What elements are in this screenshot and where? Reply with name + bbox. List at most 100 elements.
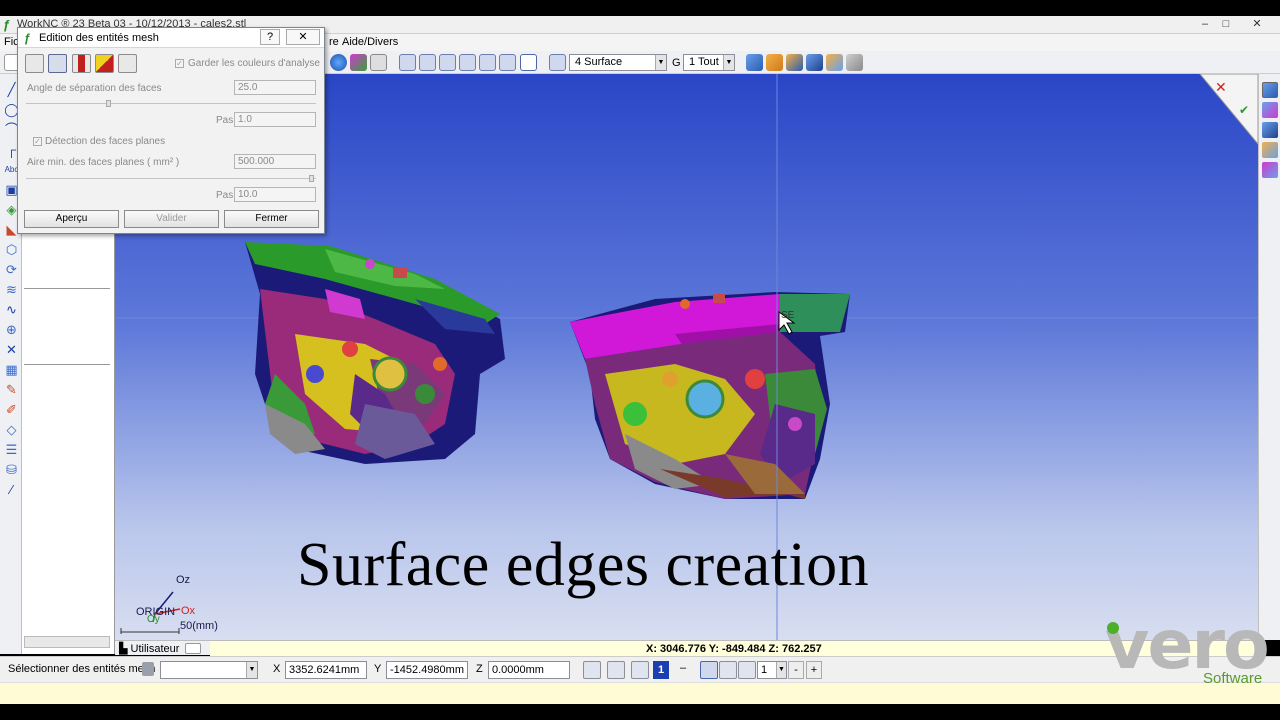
view-front-icon[interactable] [1262, 122, 1278, 138]
angle-slider-track[interactable] [26, 103, 316, 104]
origin-label: ORIGIN [136, 606, 176, 618]
level-badge[interactable]: 1 [653, 661, 669, 679]
zoom-out-icon[interactable] [439, 54, 456, 71]
layers-icon[interactable] [549, 54, 566, 71]
dialog-titlebar[interactable]: ƒ Edition des entités mesh ? ✕ [18, 28, 324, 48]
rotate-icon[interactable] [499, 54, 516, 71]
y-label: Y [374, 663, 382, 675]
tab-globe-icon[interactable] [185, 643, 201, 654]
min-area-slider-track[interactable] [26, 178, 316, 179]
panel-divider [24, 288, 110, 289]
right-mesh-part [570, 292, 850, 499]
chevron-down-icon: ▼ [246, 662, 257, 678]
mesh-split-icon[interactable] [48, 54, 67, 73]
curve-tool-icon[interactable]: ∿ [4, 302, 19, 317]
svg-text:✔: ✔ [1239, 103, 1249, 117]
zoom-in-icon[interactable] [419, 54, 436, 71]
layer-select[interactable]: 4 Surface ▼ [569, 54, 667, 71]
zoom-all-icon[interactable] [399, 54, 416, 71]
measure-icon[interactable] [631, 661, 649, 679]
sphere-view-icon[interactable] [330, 54, 347, 71]
pick-tool-icon[interactable] [583, 661, 601, 679]
angle-label: Angle de séparation des faces [27, 83, 162, 94]
mesh-select-icon[interactable] [25, 54, 44, 73]
pan-icon[interactable] [479, 54, 496, 71]
x-coordinate-input[interactable]: 3352.6241mm [285, 661, 367, 679]
cube-front-icon[interactable] [786, 54, 803, 71]
horizontal-scrollbar[interactable] [24, 636, 110, 648]
loft-tool-icon[interactable]: ≋ [4, 282, 19, 297]
mesh-export-icon[interactable] [118, 54, 137, 73]
mesh-filter-icon[interactable] [142, 662, 154, 676]
vero-logo-dot-icon [1107, 622, 1119, 634]
layer-tool-icon[interactable]: ☰ [4, 442, 19, 457]
screenshot-icon[interactable] [370, 54, 387, 71]
group-select[interactable]: 1 Tout ▼ [683, 54, 735, 71]
snap-tool-icon[interactable] [607, 661, 625, 679]
step-input-2[interactable]: 10.0 [234, 187, 316, 202]
message-bar [0, 682, 1280, 704]
entity-filter-select[interactable]: ▼ [160, 661, 258, 679]
vero-software-label: Software [1203, 670, 1263, 687]
detect-planar-checkbox[interactable]: ✓ [33, 137, 42, 146]
angle-input[interactable]: 25.0 [234, 80, 316, 95]
y-coordinate-input[interactable]: -1452.4980mm [386, 661, 468, 679]
close-window-button[interactable]: ✕ [1240, 17, 1274, 32]
menu-item-partial[interactable]: re [329, 36, 339, 48]
user-tab-icon: ▙ [119, 643, 128, 655]
increment-button[interactable]: + [806, 661, 822, 679]
dialog-close-button[interactable]: ✕ [286, 29, 320, 45]
project-tool-icon[interactable]: ⊕ [4, 322, 19, 337]
menu-item-help[interactable]: Aide/Divers [342, 36, 398, 48]
view-top-icon[interactable] [1262, 102, 1278, 118]
zoom-selection-icon[interactable] [520, 54, 537, 71]
dialog-help-button[interactable]: ? [260, 29, 280, 45]
keep-colors-label: Garder les couleurs d'analyse [188, 58, 320, 69]
close-button[interactable]: Fermer [224, 210, 319, 228]
multi-select-icon[interactable] [719, 661, 737, 679]
measure-tool-icon[interactable]: ✐ [4, 402, 19, 417]
cube-top-icon[interactable] [766, 54, 783, 71]
edit-curve-icon[interactable]: ⁄ [4, 482, 19, 497]
dialog-app-icon: ƒ [24, 31, 31, 45]
mesh-color-icon[interactable] [72, 54, 91, 73]
filter-mode-icon[interactable] [738, 661, 756, 679]
z-coordinate-input[interactable]: 0.0000mm [488, 661, 570, 679]
minimize-button[interactable]: – [1196, 17, 1214, 32]
min-area-input[interactable]: 500.000 [234, 154, 316, 169]
step-input-1[interactable]: 1.0 [234, 112, 316, 127]
database-tool-icon[interactable]: ⛁ [4, 462, 19, 477]
cube-wire-icon[interactable] [846, 54, 863, 71]
grid-tool-icon[interactable]: ▦ [4, 362, 19, 377]
zoom-window-icon[interactable] [459, 54, 476, 71]
erase-tool-icon[interactable]: ◇ [4, 422, 19, 437]
mesh-edit-dialog: ƒ Edition des entités mesh ? ✕ ✓ Garder … [17, 27, 325, 234]
tab-user[interactable]: ▙ Utilisateur [119, 642, 179, 655]
offset-tool-icon[interactable]: ⬡ [4, 242, 19, 257]
cursor-coordinates: X: 3046.776 Y: -849.484 Z: 762.257 [646, 643, 822, 655]
chevron-down-icon: ▼ [776, 662, 786, 678]
mode-select[interactable]: 1 ▼ [757, 661, 787, 679]
cube-bottom-icon[interactable] [826, 54, 843, 71]
angle-slider-thumb[interactable] [106, 100, 111, 107]
cube-side-icon[interactable] [806, 54, 823, 71]
sweep-tool-icon[interactable]: ⟳ [4, 262, 19, 277]
maximize-button[interactable]: □ [1217, 17, 1235, 32]
cube-iso-icon[interactable] [746, 54, 763, 71]
view-right-icon[interactable] [1262, 142, 1278, 158]
trim-tool-icon[interactable]: ✕ [4, 342, 19, 357]
mesh-analysis-icon[interactable] [95, 54, 114, 73]
select-mode-icon[interactable] [700, 661, 718, 679]
preview-button[interactable]: Aperçu [24, 210, 119, 228]
prompt-text: Sélectionner des entités mesh [8, 663, 156, 675]
step-label-2: Pas [216, 190, 234, 201]
paint-tool-icon[interactable]: ✎ [4, 382, 19, 397]
view-left-icon[interactable] [1262, 162, 1278, 178]
min-area-slider-thumb[interactable] [309, 175, 314, 182]
keep-colors-checkbox[interactable]: ✓ [175, 59, 184, 68]
view-iso-icon[interactable] [1262, 82, 1278, 98]
shaded-view-icon[interactable] [350, 54, 367, 71]
z-label: Z [476, 663, 483, 675]
validate-button[interactable]: Valider [124, 210, 219, 228]
decrement-button[interactable]: - [788, 661, 804, 679]
